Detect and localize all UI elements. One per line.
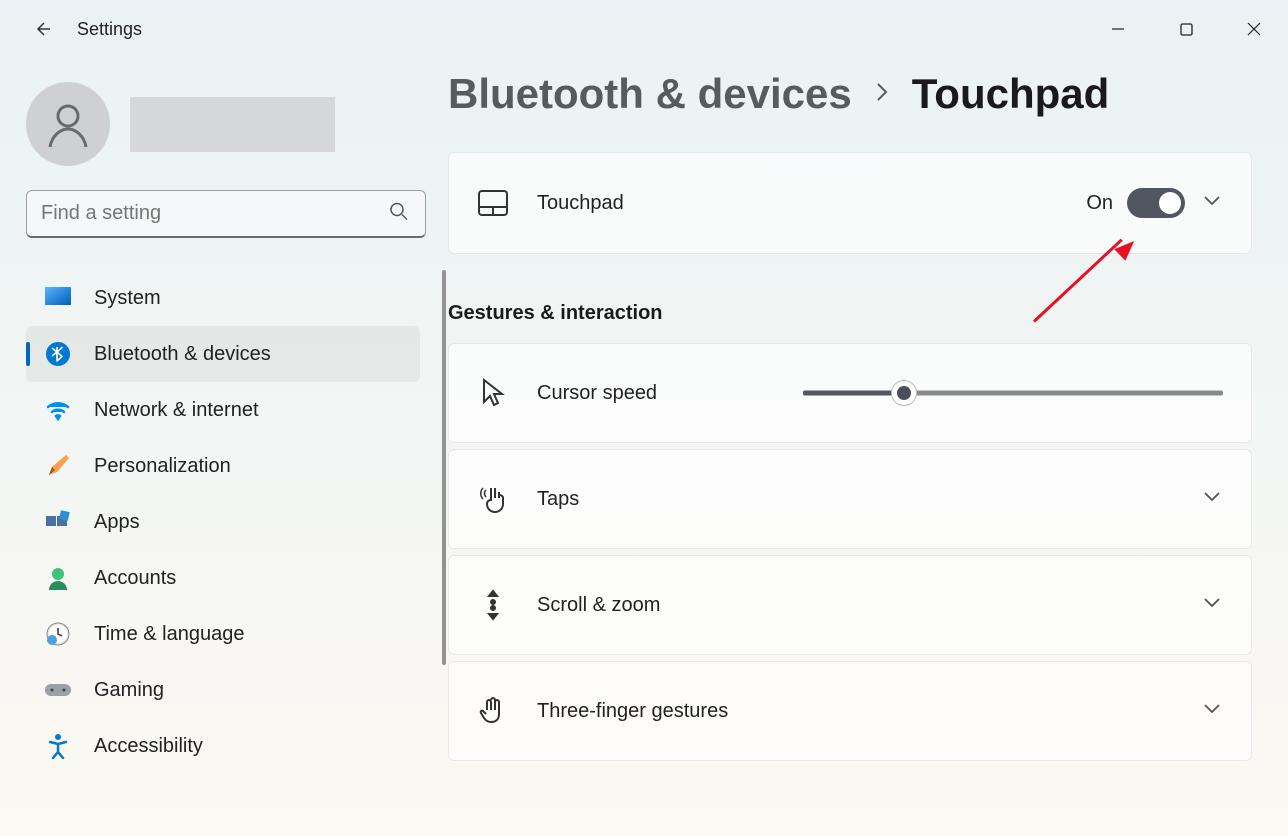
minimize-button[interactable] (1084, 5, 1152, 53)
taps-card[interactable]: Taps (448, 449, 1252, 549)
sidebar-item-accessibility[interactable]: Accessibility (26, 718, 420, 774)
search-input[interactable] (26, 190, 426, 238)
scroll-zoom-label: Scroll & zoom (537, 594, 1203, 617)
accounts-icon (44, 564, 72, 592)
sidebar-item-label: Gaming (94, 679, 164, 702)
accessibility-icon (44, 732, 72, 760)
apps-icon (44, 508, 72, 536)
system-icon (44, 284, 72, 312)
chevron-right-icon (874, 79, 890, 110)
content: Bluetooth & devices Touchpad Touchpad On… (448, 58, 1288, 836)
slider-thumb[interactable] (891, 380, 917, 406)
bluetooth-icon (44, 340, 72, 368)
slider-fill (803, 391, 904, 396)
toggle-knob (1159, 192, 1181, 214)
three-finger-card[interactable]: Three-finger gestures (448, 661, 1252, 761)
touchpad-label: Touchpad (537, 192, 1086, 215)
tap-icon (477, 483, 509, 515)
sidebar-item-gaming[interactable]: Gaming (26, 662, 420, 718)
sidebar-item-personalization[interactable]: Personalization (26, 438, 420, 494)
sidebar-item-label: System (94, 287, 161, 310)
clock-icon (44, 620, 72, 648)
breadcrumb: Bluetooth & devices Touchpad (448, 70, 1252, 118)
sidebar-item-label: Accessibility (94, 735, 203, 758)
taps-label: Taps (537, 488, 1203, 511)
touchpad-icon (477, 187, 509, 219)
sidebar-item-label: Apps (94, 511, 140, 534)
paintbrush-icon (44, 452, 72, 480)
gamepad-icon (44, 676, 72, 704)
sidebar-item-network[interactable]: Network & internet (26, 382, 420, 438)
sidebar-item-label: Bluetooth & devices (94, 343, 271, 366)
chevron-down-icon (1203, 596, 1223, 614)
maximize-icon (1180, 23, 1193, 36)
window-controls (1084, 5, 1288, 53)
profile-name-placeholder (130, 97, 335, 152)
avatar (26, 82, 110, 166)
scroll-zoom-card[interactable]: Scroll & zoom (448, 555, 1252, 655)
cursor-speed-label: Cursor speed (537, 382, 657, 405)
breadcrumb-current: Touchpad (912, 70, 1110, 118)
sidebar-item-time-language[interactable]: Time & language (26, 606, 420, 662)
sidebar-item-bluetooth-devices[interactable]: Bluetooth & devices (26, 326, 420, 382)
search-icon (390, 203, 408, 226)
chevron-down-icon (1203, 194, 1223, 212)
app-title: Settings (77, 19, 142, 40)
touchpad-card[interactable]: Touchpad On (448, 152, 1252, 254)
sidebar-item-accounts[interactable]: Accounts (26, 550, 420, 606)
cursor-speed-card: Cursor speed (448, 343, 1252, 443)
sidebar-item-system[interactable]: System (26, 270, 420, 326)
touchpad-toggle[interactable] (1127, 188, 1185, 218)
person-icon (43, 99, 93, 149)
sidebar-item-label: Network & internet (94, 399, 259, 422)
close-button[interactable] (1220, 5, 1288, 53)
sidebar-item-label: Personalization (94, 455, 231, 478)
close-icon (1247, 22, 1261, 36)
toggle-state-label: On (1086, 192, 1113, 215)
hand-icon (477, 695, 509, 727)
breadcrumb-parent[interactable]: Bluetooth & devices (448, 70, 852, 118)
section-title: Gestures & interaction (448, 302, 1252, 325)
cursor-speed-slider[interactable] (803, 383, 1223, 403)
nav-scrollbar[interactable] (442, 270, 446, 665)
three-finger-label: Three-finger gestures (537, 700, 1203, 723)
profile-section[interactable] (26, 82, 448, 166)
maximize-button[interactable] (1152, 5, 1220, 53)
nav: System Bluetooth & devices Network & int… (26, 270, 448, 810)
wifi-icon (44, 396, 72, 424)
scroll-zoom-icon (477, 589, 509, 621)
chevron-down-icon (1203, 490, 1223, 508)
sidebar-item-apps[interactable]: Apps (26, 494, 420, 550)
sidebar-item-label: Accounts (94, 567, 176, 590)
search-box (26, 190, 426, 238)
cursor-icon (477, 377, 509, 409)
titlebar: Settings (0, 0, 1288, 58)
chevron-down-icon (1203, 702, 1223, 720)
minimize-icon (1111, 22, 1125, 36)
sidebar-item-label: Time & language (94, 623, 244, 646)
back-button[interactable] (22, 9, 62, 49)
arrow-left-icon (32, 19, 52, 39)
sidebar: System Bluetooth & devices Network & int… (0, 58, 448, 836)
